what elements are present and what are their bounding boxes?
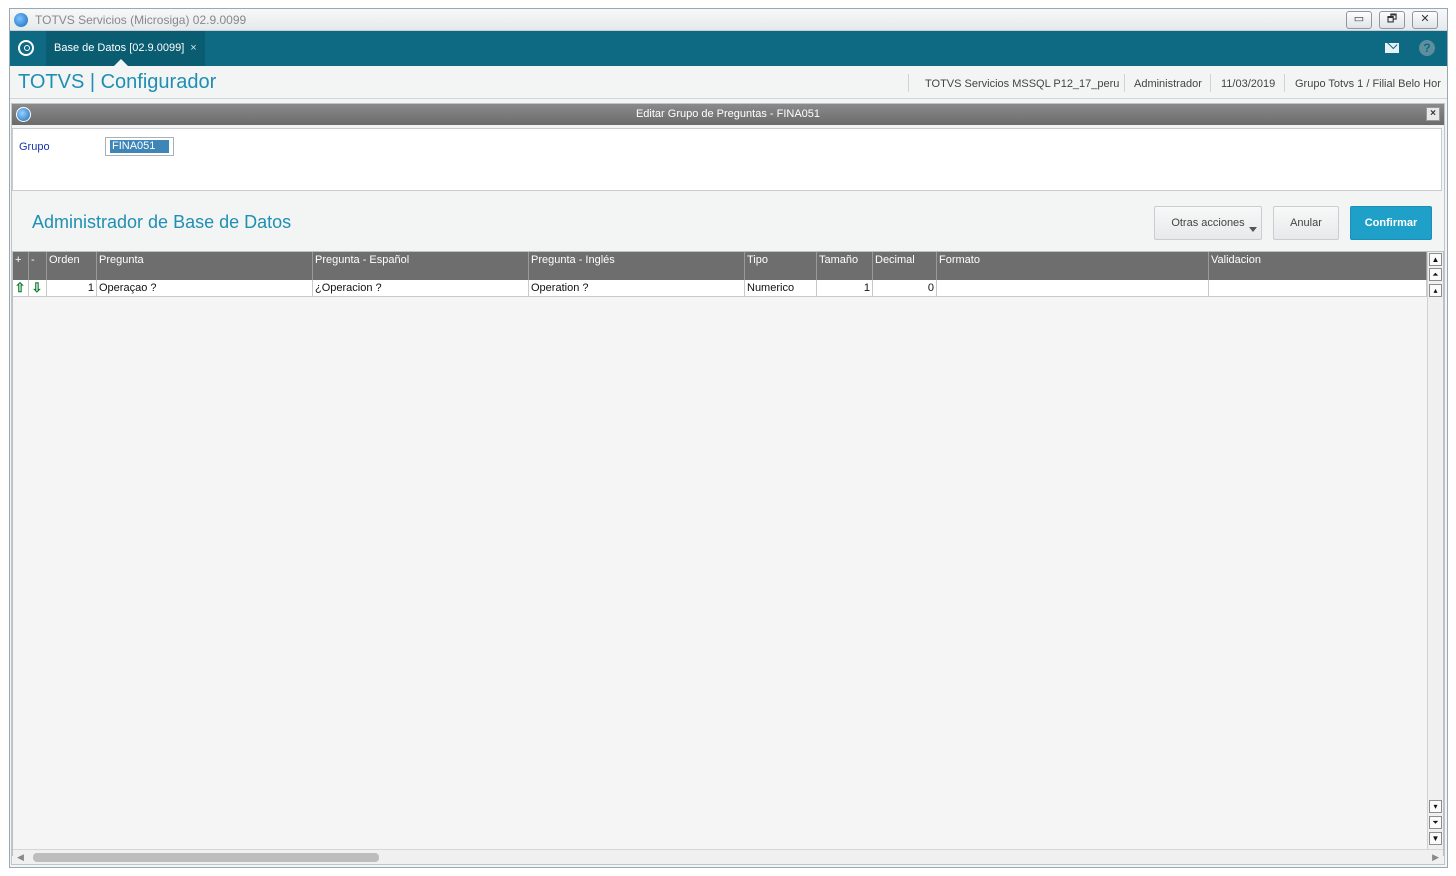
group-input[interactable]: FINA051 (105, 137, 174, 156)
header-divider (1210, 74, 1211, 92)
horizontal-scrollbar[interactable]: ◀ ▶ (13, 849, 1443, 864)
scroll-down-icon[interactable]: ▾ (1429, 800, 1442, 813)
tab-close-icon[interactable]: × (190, 42, 196, 54)
cancel-button[interactable]: Anular (1273, 206, 1339, 240)
column-header-orden[interactable]: Orden (47, 252, 97, 280)
scroll-page-up-icon[interactable]: ⏶ (1429, 268, 1442, 281)
application-window: TOTVS Servicios (Microsiga) 02.9.0099 ▭ … (9, 8, 1448, 868)
mail-icon[interactable] (1385, 43, 1399, 53)
cell-tipo[interactable]: Numerico (745, 280, 817, 297)
scroll-up-icon[interactable]: ▴ (1429, 284, 1442, 297)
scroll-bottom-icon[interactable]: ▼ (1429, 832, 1442, 845)
column-header-pregunta-ingles[interactable]: Pregunta - Inglés (529, 252, 745, 280)
column-header-tamano[interactable]: Tamaño (817, 252, 873, 280)
help-icon[interactable]: ? (1419, 40, 1435, 56)
dialog-title: Editar Grupo de Preguntas - FINA051 (635, 108, 821, 120)
cell-validacion[interactable] (1209, 280, 1427, 297)
cell-orden[interactable]: 1 (47, 280, 97, 297)
horizontal-scroll-thumb[interactable] (33, 853, 379, 862)
header-branch: Grupo Totvs 1 / Filial Belo Hor (1295, 78, 1441, 90)
scroll-page-down-icon[interactable]: ⏷ (1429, 816, 1442, 829)
column-header-pregunta[interactable]: Pregunta (97, 252, 313, 280)
confirm-button[interactable]: Confirmar (1350, 206, 1432, 240)
header-divider (908, 74, 909, 92)
cell-decimal[interactable]: 0 (873, 280, 937, 297)
app-header: TOTVS | Configurador TOTVS Servicios MSS… (10, 66, 1447, 99)
group-form: Grupo FINA051 (12, 128, 1442, 191)
header-environment: TOTVS Servicios MSSQL P12_17_peru (925, 78, 1120, 90)
cell-pregunta[interactable]: Operaçao ? (97, 280, 313, 297)
cell-tamano[interactable]: 1 (817, 280, 873, 297)
totvs-logo-icon (14, 13, 28, 27)
app-brand: TOTVS | Configurador (18, 71, 217, 93)
window-titlebar: TOTVS Servicios (Microsiga) 02.9.0099 ▭ … (10, 9, 1447, 31)
questions-grid: + - Orden Pregunta Pregunta - Español Pr… (12, 251, 1444, 856)
group-input-value: FINA051 (110, 140, 170, 153)
row-cell-remove[interactable]: ⇩ (29, 280, 47, 297)
tab-bar: Base de Datos [02.9.0099] × ? (10, 31, 1447, 66)
column-header-formato[interactable]: Formato (937, 252, 1209, 280)
vertical-scrollbar[interactable]: ▲ ⏶ ▴ ▾ ⏷ ▼ (1427, 252, 1443, 855)
row-cell-add[interactable]: ⇧ (13, 280, 29, 297)
column-header-remove[interactable]: - (29, 252, 47, 280)
dialog-titlebar: Editar Grupo de Preguntas - FINA051 × (12, 104, 1444, 125)
cell-pregunta-ingles[interactable]: Operation ? (529, 280, 745, 297)
tab-pointer (114, 59, 128, 66)
close-window-button[interactable]: ✕ (1412, 11, 1438, 29)
scroll-left-icon[interactable]: ◀ (17, 852, 24, 863)
section-title: Administrador de Base de Datos (32, 212, 292, 232)
arrow-down-icon[interactable]: ⇩ (31, 281, 43, 295)
other-actions-button[interactable]: Otras acciones (1154, 206, 1262, 240)
column-header-decimal[interactable]: Decimal (873, 252, 937, 280)
column-header-add[interactable]: + (13, 252, 29, 280)
window-title: TOTVS Servicios (Microsiga) 02.9.0099 (35, 13, 247, 27)
column-header-pregunta-espanol[interactable]: Pregunta - Español (313, 252, 529, 280)
header-date: 11/03/2019 (1221, 78, 1276, 90)
scroll-right-icon[interactable]: ▶ (1432, 852, 1439, 863)
tab-label: Base de Datos [02.9.0099] (54, 42, 185, 54)
column-header-validacion[interactable]: Validacion (1209, 252, 1427, 280)
tab-base-de-datos[interactable]: Base de Datos [02.9.0099] × (46, 31, 205, 66)
confirm-label: Confirmar (1364, 217, 1418, 229)
edit-group-dialog: Editar Grupo de Preguntas - FINA051 × Gr… (11, 103, 1445, 865)
group-label: Grupo (19, 141, 50, 153)
other-actions-label: Otras acciones (1171, 217, 1245, 229)
column-header-tipo[interactable]: Tipo (745, 252, 817, 280)
header-user: Administrador (1134, 78, 1202, 90)
caret-down-icon (1249, 227, 1257, 232)
home-icon[interactable] (18, 40, 34, 56)
header-divider (1124, 74, 1125, 92)
totvs-logo-icon (16, 107, 31, 122)
arrow-up-icon[interactable]: ⇧ (14, 281, 26, 295)
cancel-label: Anular (1290, 217, 1322, 229)
cell-formato[interactable] (937, 280, 1209, 297)
header-divider (1284, 74, 1285, 92)
scroll-top-icon[interactable]: ▲ (1429, 253, 1442, 266)
cell-pregunta-espanol[interactable]: ¿Operacion ? (313, 280, 529, 297)
dialog-close-button[interactable]: × (1426, 107, 1440, 121)
minimize-button[interactable]: ▭ (1346, 11, 1372, 29)
restore-button[interactable]: 🗗 (1379, 11, 1405, 29)
